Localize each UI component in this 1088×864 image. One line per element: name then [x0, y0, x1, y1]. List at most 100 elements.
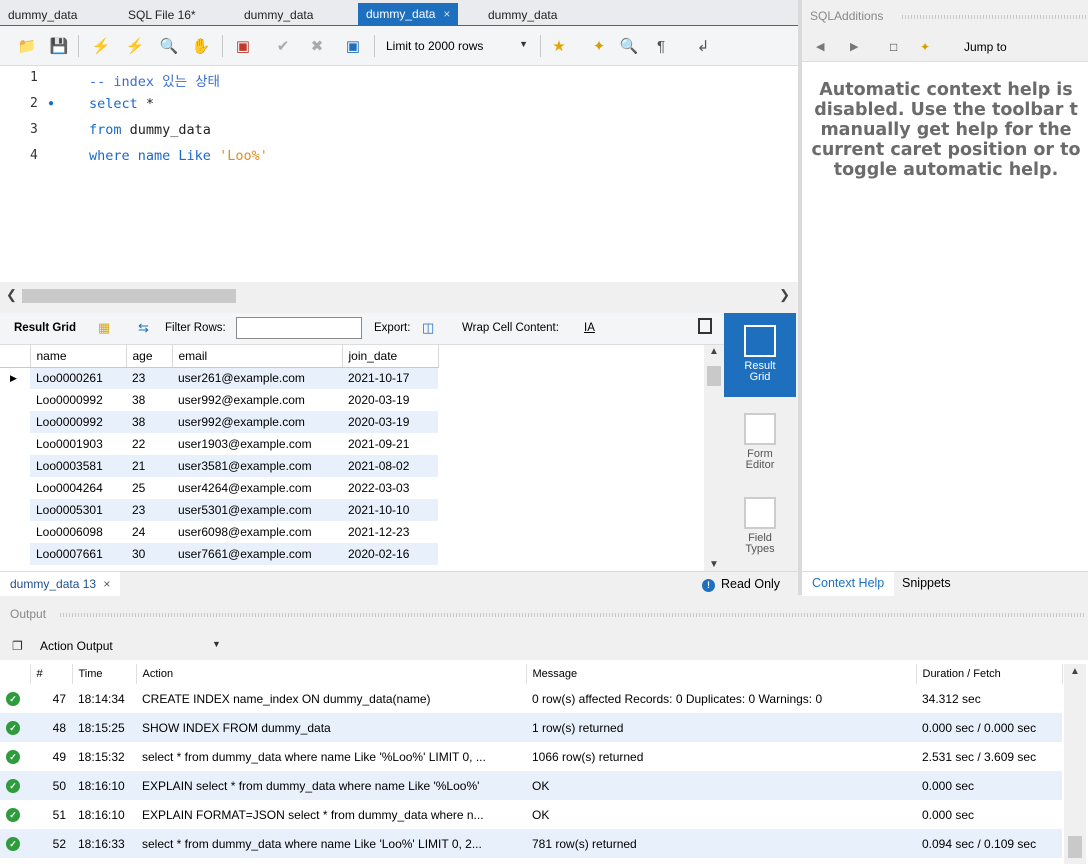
grid-layout-icon[interactable]: ▦: [98, 320, 110, 336]
scroll-thumb[interactable]: [707, 366, 721, 386]
toggle-panel-icon[interactable]: [698, 318, 712, 334]
bookmark-star-icon[interactable]: ★: [548, 35, 570, 57]
grid-cell[interactable]: user7661@example.com: [172, 543, 342, 565]
scroll-right-icon[interactable]: ❯: [779, 287, 790, 303]
column-header[interactable]: age: [126, 345, 173, 368]
export-icon[interactable]: ◫: [422, 320, 434, 336]
wrap-cell-icon[interactable]: IA: [584, 322, 595, 334]
autocommit-icon[interactable]: ▣: [342, 35, 364, 57]
close-icon[interactable]: ×: [103, 577, 110, 591]
grid-cell[interactable]: 2021-08-02: [342, 455, 438, 477]
refresh-icon[interactable]: ⇆: [138, 320, 149, 336]
table-row[interactable]: Loo0000992 38 user992@example.com 2020-03-1…: [0, 411, 438, 433]
grid-cell[interactable]: Loo0001903: [30, 433, 126, 455]
grid-cell[interactable]: 2020-03-19: [342, 411, 438, 433]
grid-cell[interactable]: 2021-12-23: [342, 521, 438, 543]
table-row[interactable]: Loo0005301 23 user5301@example.com 2021-10-…: [0, 499, 438, 521]
commit-icon[interactable]: ✔: [272, 35, 294, 57]
forward-arrow-icon[interactable]: ▶: [850, 40, 858, 53]
table-row[interactable]: ✓ 49 18:15:32 select * from dummy_data wher…: [0, 742, 1062, 771]
copy-icon[interactable]: ❐: [12, 639, 23, 653]
tab-snippets[interactable]: Snippets: [902, 576, 951, 590]
grid-cell[interactable]: 23: [126, 499, 172, 521]
row-selector[interactable]: [0, 499, 30, 521]
output-vertical-scrollbar[interactable]: ▲: [1064, 664, 1086, 864]
table-row[interactable]: Loo0000992 38 user992@example.com 2020-03-1…: [0, 389, 438, 411]
grid-cell[interactable]: 2020-03-19: [342, 389, 438, 411]
row-selector[interactable]: [0, 521, 30, 543]
table-row[interactable]: ▶ Loo0000261 23 user261@example.com 2021-10-…: [0, 367, 438, 389]
table-row[interactable]: Loo0001903 22 user1903@example.com 2021-09-…: [0, 433, 438, 455]
grid-vertical-scrollbar[interactable]: ▲ ▼: [704, 345, 724, 571]
column-header[interactable]: Duration / Fetch: [916, 664, 1063, 684]
tab-context-help[interactable]: Context Help: [802, 572, 895, 596]
grid-cell[interactable]: Loo0000992: [30, 389, 126, 411]
open-folder-icon[interactable]: 📁: [16, 35, 38, 57]
filter-rows-input[interactable]: [236, 317, 362, 339]
scroll-down-icon[interactable]: ▼: [709, 559, 719, 570]
row-selector[interactable]: [0, 433, 30, 455]
sql-editor[interactable]: 1 -- index 있는 상태 2 ● select * 3 from dum…: [0, 66, 800, 282]
table-row[interactable]: Loo0007661 30 user7661@example.com 2020-02-…: [0, 543, 438, 565]
stop-hand-icon[interactable]: ✋: [190, 35, 212, 57]
row-selector[interactable]: [0, 455, 30, 477]
column-header[interactable]: join_date: [342, 345, 439, 368]
row-selector[interactable]: ▶: [0, 367, 30, 389]
editor-horizontal-scrollbar[interactable]: ❮ ❯: [0, 286, 800, 306]
tab-dummy-data-1[interactable]: dummy_data: [0, 4, 85, 26]
output-type-select[interactable]: ❐ Action Output ▼: [0, 632, 1088, 660]
grid-cell[interactable]: user6098@example.com: [172, 521, 342, 543]
word-wrap-icon[interactable]: ↲: [692, 35, 714, 57]
column-header[interactable]: Action: [136, 664, 527, 684]
grid-cell[interactable]: Loo0000992: [30, 411, 126, 433]
row-selector[interactable]: [0, 543, 30, 565]
back-arrow-icon[interactable]: ◀: [816, 40, 824, 53]
grid-cell[interactable]: user261@example.com: [172, 367, 342, 389]
field-types-button[interactable]: Field Types: [724, 485, 796, 569]
scroll-thumb[interactable]: [1068, 836, 1082, 858]
grid-cell[interactable]: 2021-09-21: [342, 433, 438, 455]
grid-cell[interactable]: 25: [126, 477, 172, 499]
grid-cell[interactable]: 2021-10-17: [342, 367, 438, 389]
find-magnifier-icon[interactable]: 🔍: [618, 35, 640, 57]
table-row[interactable]: ✓ 52 18:16:33 select * from dummy_data wher…: [0, 829, 1062, 858]
row-selector[interactable]: [0, 477, 30, 499]
execute-current-icon[interactable]: ⚡: [124, 35, 146, 57]
grid-cell[interactable]: user992@example.com: [172, 389, 342, 411]
table-row[interactable]: Loo0006098 24 user6098@example.com 2021-12-…: [0, 521, 438, 543]
column-header[interactable]: email: [172, 345, 343, 368]
close-icon[interactable]: ×: [443, 7, 450, 21]
grid-cell[interactable]: 22: [126, 433, 172, 455]
toggle-stop-icon[interactable]: ▣: [232, 35, 254, 57]
grid-cell[interactable]: Loo0005301: [30, 499, 126, 521]
column-header[interactable]: name: [30, 345, 127, 368]
grid-cell[interactable]: Loo0006098: [30, 521, 126, 543]
grid-cell[interactable]: Loo0000261: [30, 367, 126, 389]
tab-dummy-data-2[interactable]: dummy_data: [236, 4, 321, 26]
column-header[interactable]: Message: [526, 664, 917, 684]
table-row[interactable]: ✓ 51 18:16:10 EXPLAIN FORMAT=JSON select * …: [0, 800, 1062, 829]
result-grid-button[interactable]: Result Grid: [724, 313, 796, 397]
scroll-thumb[interactable]: [22, 289, 236, 303]
grid-cell[interactable]: user4264@example.com: [172, 477, 342, 499]
explain-magnifier-icon[interactable]: 🔍: [158, 35, 180, 57]
execute-lightning-icon[interactable]: ⚡: [90, 35, 112, 57]
table-row[interactable]: ✓ 50 18:16:10 EXPLAIN select * from dummy_d…: [0, 771, 1062, 800]
column-header[interactable]: Time: [72, 664, 137, 684]
grid-cell[interactable]: 38: [126, 389, 172, 411]
grid-cell[interactable]: 21: [126, 455, 172, 477]
scroll-up-icon[interactable]: ▲: [1070, 666, 1080, 677]
form-editor-button[interactable]: Form Editor: [724, 401, 796, 485]
manual-help-icon[interactable]: □: [890, 40, 897, 54]
grid-cell[interactable]: 24: [126, 521, 172, 543]
row-selector[interactable]: [0, 389, 30, 411]
table-row[interactable]: Loo0004264 25 user4264@example.com 2022-03-…: [0, 477, 438, 499]
tab-dummy-data-4[interactable]: dummy_data: [480, 4, 565, 26]
scroll-up-icon[interactable]: ▲: [709, 346, 719, 357]
scroll-left-icon[interactable]: ❮: [6, 287, 17, 303]
tab-sql-file-16[interactable]: SQL File 16*: [120, 4, 204, 26]
result-tab[interactable]: dummy_data 13 ×: [0, 572, 121, 596]
row-selector[interactable]: [0, 411, 30, 433]
tab-dummy-data-active[interactable]: dummy_data ×: [358, 3, 459, 26]
table-row[interactable]: ✓ 48 18:15:25 SHOW INDEX FROM dummy_data 1 r…: [0, 713, 1062, 742]
